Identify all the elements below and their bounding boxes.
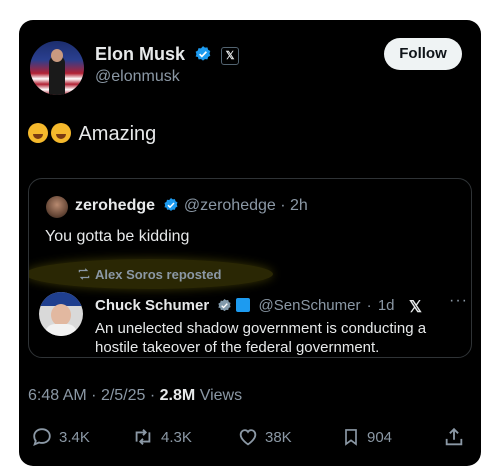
action-bar: 3.4K 4.3K 38K 904	[19, 426, 481, 452]
separator-dot: ·	[366, 297, 372, 314]
verified-badge-icon	[195, 46, 211, 61]
repost-label: Alex Soros reposted	[95, 267, 222, 282]
follow-button[interactable]: Follow	[384, 38, 462, 70]
quote-time[interactable]: 2h	[290, 197, 308, 214]
repost-button[interactable]: 4.3K	[131, 426, 192, 448]
repost-icon	[78, 268, 90, 280]
x-logo-icon: 𝕏	[409, 299, 422, 316]
author-avatar[interactable]	[30, 41, 84, 95]
post-time[interactable]: 6:48 AM	[28, 387, 87, 404]
like-button[interactable]: 38K	[237, 426, 292, 448]
inner-author-name[interactable]: Chuck Schumer	[95, 297, 209, 314]
reply-button[interactable]: 3.4K	[31, 426, 90, 448]
rofl-emoji-icon	[51, 123, 71, 143]
author-handle[interactable]: @elonmusk	[95, 68, 180, 86]
repost-icon	[135, 429, 151, 445]
views-label: Views	[199, 387, 243, 404]
verified-badge-icon	[164, 198, 178, 211]
separator-dot: ·	[280, 197, 286, 214]
post-card: Elon Musk 𝕏 @elonmusk Follow Amazing zer…	[19, 20, 481, 466]
inner-author-row[interactable]: Chuck Schumer @SenSchumer · 1d	[95, 297, 395, 314]
more-options-icon[interactable]: ···	[449, 292, 468, 310]
quote-author-handle[interactable]: @zerohedge	[184, 197, 276, 214]
post-metadata: 6:48 AM · 2/5/25 · 2.8M Views	[28, 387, 242, 405]
quote-author-name[interactable]: zerohedge	[75, 197, 155, 214]
verified-badge-icon	[218, 298, 231, 312]
separator-dot: ·	[149, 387, 156, 404]
repost-count: 4.3K	[161, 428, 192, 446]
share-icon	[445, 427, 463, 446]
author-name-row[interactable]: Elon Musk 𝕏	[95, 44, 240, 65]
views-count: 2.8M	[159, 387, 196, 404]
rofl-emoji-icon	[28, 123, 48, 143]
quote-text: You gotta be kidding	[45, 228, 190, 245]
reply-icon	[33, 428, 51, 446]
inner-time[interactable]: 1d	[378, 297, 395, 314]
inner-author-handle[interactable]: @SenSchumer	[259, 297, 361, 314]
x-affiliate-badge: 𝕏	[221, 47, 240, 65]
like-count: 38K	[265, 428, 292, 446]
quote-author-avatar[interactable]	[46, 196, 68, 218]
separator-dot: ·	[91, 387, 97, 404]
government-badge-icon	[236, 298, 251, 312]
share-button[interactable]	[443, 426, 465, 448]
repost-indicator: Alex Soros reposted	[77, 267, 221, 282]
bookmark-button[interactable]: 904	[341, 426, 392, 448]
inner-post-text: An unelected shadow government is conduc…	[95, 320, 427, 356]
reply-count: 3.4K	[59, 428, 90, 446]
bookmark-count: 904	[367, 428, 393, 446]
heart-icon	[239, 429, 257, 446]
post-date[interactable]: 2/5/25	[101, 387, 145, 404]
author-name[interactable]: Elon Musk	[95, 44, 185, 64]
tweet-body: Amazing	[78, 123, 157, 145]
quoted-post[interactable]: zerohedge @zerohedge · 2h You gotta be k…	[28, 178, 472, 358]
tweet-text: Amazing	[28, 123, 156, 146]
bookmark-icon	[345, 429, 357, 446]
nested-quoted-post[interactable]: Alex Soros reposted Chuck Schumer @SenSc…	[29, 259, 471, 357]
inner-author-avatar[interactable]	[39, 292, 83, 336]
quote-author-row[interactable]: zerohedge @zerohedge · 2h	[75, 197, 308, 215]
